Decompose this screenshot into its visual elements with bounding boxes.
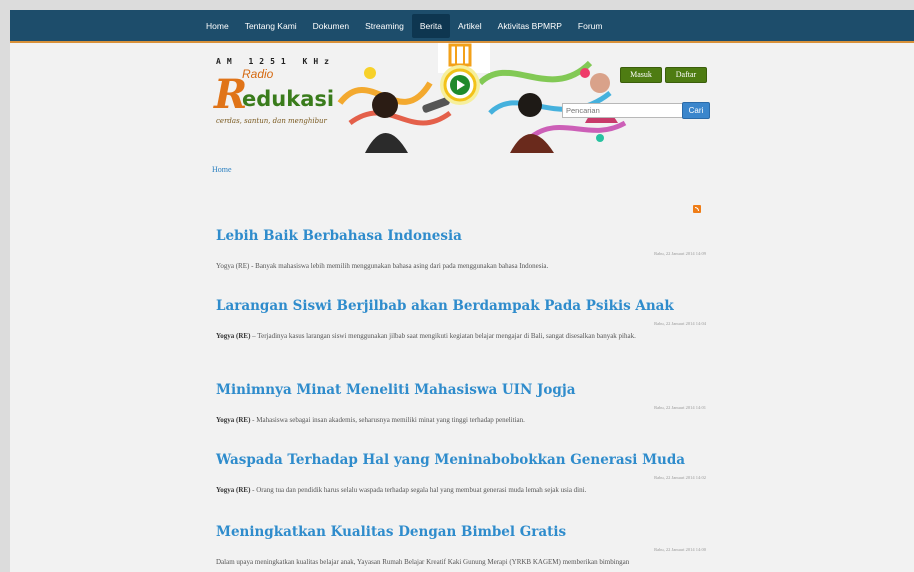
- article-excerpt: Yogya (RE) - Orang tua dan pendidik haru…: [216, 484, 706, 497]
- login-button[interactable]: Masuk: [620, 67, 662, 83]
- article-excerpt-text: – Terjadinya kasus larangan siswi menggu…: [250, 332, 636, 340]
- article-lead: Yogya (RE): [216, 486, 251, 494]
- article-excerpt-text: Dalam upaya meningkatkan kualitas belaja…: [216, 558, 630, 566]
- article-lead: Yogya (RE): [216, 416, 251, 424]
- rss-feed-icon[interactable]: [693, 205, 701, 213]
- nav-item-streaming[interactable]: Streaming: [357, 14, 412, 38]
- register-button[interactable]: Daftar: [665, 67, 707, 83]
- logo-edukasi-word: edukasi: [242, 87, 335, 111]
- article-date: Rabu, 22 Januari 2014 14:02: [654, 475, 706, 480]
- search-input[interactable]: [562, 103, 684, 118]
- article-title[interactable]: Lebih Baik Berbahasa Indonesia: [216, 227, 706, 245]
- nav-menu: Home Tentang Kami Dokumen Streaming Beri…: [198, 10, 610, 41]
- nav-item-home[interactable]: Home: [198, 14, 237, 38]
- site-header: AM 1251 KHz Radio R edukasi cerdas, sant…: [10, 43, 914, 153]
- search-button[interactable]: Cari: [682, 102, 710, 119]
- nav-item-tentang-kami[interactable]: Tentang Kami: [237, 14, 305, 38]
- article-date: Rabu, 22 Januari 2014 14:09: [654, 251, 706, 256]
- logo-frequency: AM 1251 KHz: [216, 57, 335, 66]
- list-item: Waspada Terhadap Hal yang Meninabobokkan…: [216, 451, 706, 523]
- browser-viewport: Home Tentang Kami Dokumen Streaming Beri…: [10, 10, 914, 572]
- header-illustration: [337, 43, 627, 153]
- list-item: Minimnya Minat Meneliti Mahasiswa UIN Jo…: [216, 381, 706, 451]
- nav-item-forum[interactable]: Forum: [570, 14, 611, 38]
- article-excerpt: Yogya (RE) - Mahasiswa sebagai insan aka…: [216, 414, 706, 427]
- nav-item-dokumen[interactable]: Dokumen: [305, 14, 357, 38]
- nav-item-artikel[interactable]: Artikel: [450, 14, 490, 38]
- article-date: Rabu, 22 Januari 2014 14:01: [654, 405, 706, 410]
- top-navigation-bar: Home Tentang Kami Dokumen Streaming Beri…: [10, 10, 914, 43]
- article-date: Rabu, 22 Januari 2014 14:00: [654, 547, 706, 552]
- list-item: Larangan Siswi Berjilbab akan Berdampak …: [216, 297, 706, 381]
- article-list: Lebih Baik Berbahasa Indonesia Rabu, 22 …: [216, 227, 706, 572]
- article-excerpt: Yogya (RE) - Banyak mahasiswa lebih memi…: [216, 260, 706, 273]
- nav-item-berita[interactable]: Berita: [411, 14, 451, 38]
- list-item: Lebih Baik Berbahasa Indonesia Rabu, 22 …: [216, 227, 706, 297]
- article-date: Rabu, 22 Januari 2014 14:04: [654, 321, 706, 326]
- article-title[interactable]: Waspada Terhadap Hal yang Meninabobokkan…: [216, 451, 706, 469]
- article-lead: Yogya (RE): [216, 332, 251, 340]
- logo-tagline: cerdas, santun, dan menghibur: [216, 117, 327, 125]
- list-item: Meningkatkan Kualitas Dengan Bimbel Grat…: [216, 523, 706, 572]
- article-excerpt: Yogya (RE) – Terjadinya kasus larangan s…: [216, 330, 706, 343]
- article-excerpt: Dalam upaya meningkatkan kualitas belaja…: [216, 556, 706, 569]
- nav-item-aktivitas-bpmrp[interactable]: Aktivitas BPMRP: [490, 14, 570, 38]
- article-excerpt-text: - Orang tua dan pendidik harus selalu wa…: [250, 486, 587, 494]
- article-title[interactable]: Larangan Siswi Berjilbab akan Berdampak …: [216, 297, 706, 315]
- article-excerpt-text: - Mahasiswa sebagai insan akademis, seha…: [250, 416, 525, 424]
- article-title[interactable]: Minimnya Minat Meneliti Mahasiswa UIN Jo…: [216, 381, 706, 399]
- breadcrumb-home[interactable]: Home: [212, 165, 232, 174]
- article-excerpt-text: Yogya (RE) - Banyak mahasiswa lebih memi…: [216, 262, 549, 270]
- article-title[interactable]: Meningkatkan Kualitas Dengan Bimbel Grat…: [216, 523, 706, 541]
